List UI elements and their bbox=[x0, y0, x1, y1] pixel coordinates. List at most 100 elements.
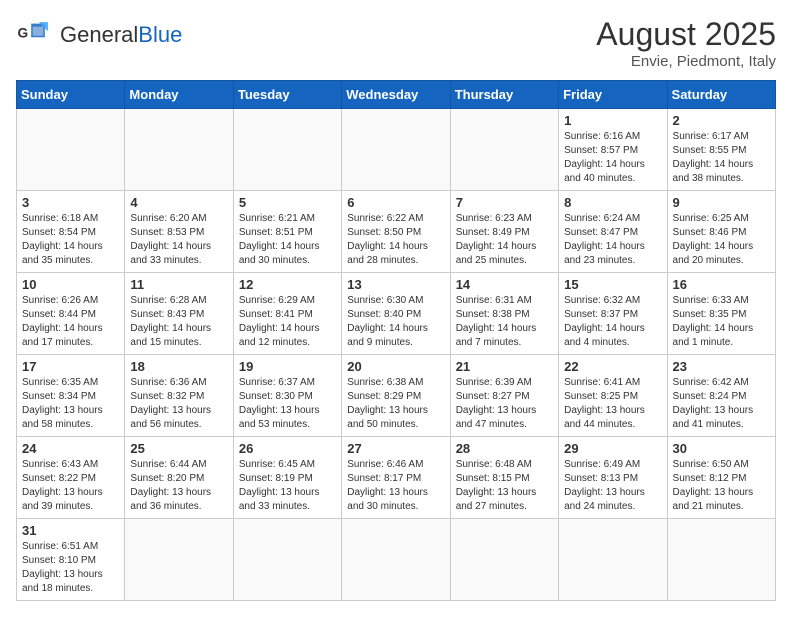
day-info: Sunrise: 6:45 AM Sunset: 8:19 PM Dayligh… bbox=[239, 458, 336, 514]
day-info: Sunrise: 6:35 AM Sunset: 8:34 PM Dayligh… bbox=[22, 376, 119, 432]
day-info: Sunrise: 6:23 AM Sunset: 8:49 PM Dayligh… bbox=[456, 212, 553, 268]
title-block: August 2025 Envie, Piedmont, Italy bbox=[596, 16, 776, 70]
calendar-day: 20 Sunrise: 6:38 AM Sunset: 8:29 PM Dayli… bbox=[342, 355, 450, 437]
day-number: 23 bbox=[673, 359, 770, 374]
day-number: 9 bbox=[673, 195, 770, 210]
calendar-day: 7 Sunrise: 6:23 AM Sunset: 8:49 PM Daylig… bbox=[450, 191, 558, 273]
calendar-day: 23 Sunrise: 6:42 AM Sunset: 8:24 PM Dayli… bbox=[667, 355, 775, 437]
calendar-day bbox=[450, 519, 558, 601]
logo: G GeneralBlue bbox=[16, 16, 182, 54]
day-number: 10 bbox=[22, 277, 119, 292]
weekday-header-friday: Friday bbox=[559, 81, 667, 109]
day-info: Sunrise: 6:36 AM Sunset: 8:32 PM Dayligh… bbox=[130, 376, 227, 432]
day-info: Sunrise: 6:41 AM Sunset: 8:25 PM Dayligh… bbox=[564, 376, 661, 432]
day-number: 2 bbox=[673, 113, 770, 128]
day-info: Sunrise: 6:31 AM Sunset: 8:38 PM Dayligh… bbox=[456, 294, 553, 350]
day-info: Sunrise: 6:38 AM Sunset: 8:29 PM Dayligh… bbox=[347, 376, 444, 432]
calendar-day: 27Sunrise: 6:46 AM Sunset: 8:17 PM Dayli… bbox=[342, 437, 450, 519]
day-info: Sunrise: 6:29 AM Sunset: 8:41 PM Dayligh… bbox=[239, 294, 336, 350]
calendar-day: 6Sunrise: 6:22 AM Sunset: 8:50 PM Daylig… bbox=[342, 191, 450, 273]
day-info: Sunrise: 6:44 AM Sunset: 8:20 PM Dayligh… bbox=[130, 458, 227, 514]
calendar-day: 24Sunrise: 6:43 AM Sunset: 8:22 PM Dayli… bbox=[17, 437, 125, 519]
calendar-day: 17 Sunrise: 6:35 AM Sunset: 8:34 PM Dayli… bbox=[17, 355, 125, 437]
day-info: Sunrise: 6:51 AM Sunset: 8:10 PM Dayligh… bbox=[22, 540, 119, 596]
day-number: 25 bbox=[130, 441, 227, 456]
day-number: 20 bbox=[347, 359, 444, 374]
day-info: Sunrise: 6:20 AM Sunset: 8:53 PM Dayligh… bbox=[130, 212, 227, 268]
day-info: Sunrise: 6:32 AM Sunset: 8:37 PM Dayligh… bbox=[564, 294, 661, 350]
calendar-day: 4Sunrise: 6:20 AM Sunset: 8:53 PM Daylig… bbox=[125, 191, 233, 273]
calendar-day: 3 Sunrise: 6:18 AM Sunset: 8:54 PM Daylig… bbox=[17, 191, 125, 273]
calendar-day: 26 Sunrise: 6:45 AM Sunset: 8:19 PM Dayli… bbox=[233, 437, 341, 519]
calendar-day: 16 Sunrise: 6:33 AM Sunset: 8:35 PM Dayli… bbox=[667, 273, 775, 355]
day-info: Sunrise: 6:39 AM Sunset: 8:27 PM Dayligh… bbox=[456, 376, 553, 432]
logo-blue: Blue bbox=[138, 22, 182, 47]
day-info: Sunrise: 6:24 AM Sunset: 8:47 PM Dayligh… bbox=[564, 212, 661, 268]
calendar-day: 8 Sunrise: 6:24 AM Sunset: 8:47 PM Daylig… bbox=[559, 191, 667, 273]
day-info: Sunrise: 6:49 AM Sunset: 8:13 PM Dayligh… bbox=[564, 458, 661, 514]
day-number: 5 bbox=[239, 195, 336, 210]
day-number: 18 bbox=[130, 359, 227, 374]
weekday-header-thursday: Thursday bbox=[450, 81, 558, 109]
weekday-header-tuesday: Tuesday bbox=[233, 81, 341, 109]
calendar-day: 2 Sunrise: 6:17 AM Sunset: 8:55 PM Daylig… bbox=[667, 109, 775, 191]
day-number: 31 bbox=[22, 523, 119, 538]
day-number: 30 bbox=[673, 441, 770, 456]
page-header: G GeneralBlue August 2025 Envie, Piedmon… bbox=[16, 16, 776, 70]
calendar-day bbox=[450, 109, 558, 191]
calendar-week-1: 1Sunrise: 6:16 AM Sunset: 8:57 PM Daylig… bbox=[17, 109, 776, 191]
day-number: 6 bbox=[347, 195, 444, 210]
day-info: Sunrise: 6:37 AM Sunset: 8:30 PM Dayligh… bbox=[239, 376, 336, 432]
calendar-day: 22Sunrise: 6:41 AM Sunset: 8:25 PM Dayli… bbox=[559, 355, 667, 437]
calendar-day: 21 Sunrise: 6:39 AM Sunset: 8:27 PM Dayli… bbox=[450, 355, 558, 437]
day-number: 17 bbox=[22, 359, 119, 374]
calendar-day: 14 Sunrise: 6:31 AM Sunset: 8:38 PM Dayli… bbox=[450, 273, 558, 355]
day-number: 8 bbox=[564, 195, 661, 210]
month-year: August 2025 bbox=[596, 16, 776, 53]
day-number: 21 bbox=[456, 359, 553, 374]
calendar-day: 12Sunrise: 6:29 AM Sunset: 8:41 PM Dayli… bbox=[233, 273, 341, 355]
day-info: Sunrise: 6:48 AM Sunset: 8:15 PM Dayligh… bbox=[456, 458, 553, 514]
weekday-header-sunday: Sunday bbox=[17, 81, 125, 109]
day-number: 13 bbox=[347, 277, 444, 292]
calendar-week-4: 17 Sunrise: 6:35 AM Sunset: 8:34 PM Dayli… bbox=[17, 355, 776, 437]
day-info: Sunrise: 6:43 AM Sunset: 8:22 PM Dayligh… bbox=[22, 458, 119, 514]
day-number: 16 bbox=[673, 277, 770, 292]
day-number: 14 bbox=[456, 277, 553, 292]
weekday-header-monday: Monday bbox=[125, 81, 233, 109]
calendar-week-2: 3 Sunrise: 6:18 AM Sunset: 8:54 PM Daylig… bbox=[17, 191, 776, 273]
logo-text: GeneralBlue bbox=[60, 23, 182, 47]
day-info: Sunrise: 6:30 AM Sunset: 8:40 PM Dayligh… bbox=[347, 294, 444, 350]
day-number: 26 bbox=[239, 441, 336, 456]
day-number: 27 bbox=[347, 441, 444, 456]
calendar-day: 29 Sunrise: 6:49 AM Sunset: 8:13 PM Dayli… bbox=[559, 437, 667, 519]
calendar-day: 31 Sunrise: 6:51 AM Sunset: 8:10 PM Dayli… bbox=[17, 519, 125, 601]
day-info: Sunrise: 6:50 AM Sunset: 8:12 PM Dayligh… bbox=[673, 458, 770, 514]
calendar-day: 13 Sunrise: 6:30 AM Sunset: 8:40 PM Dayli… bbox=[342, 273, 450, 355]
day-number: 1 bbox=[564, 113, 661, 128]
calendar-day bbox=[233, 109, 341, 191]
day-info: Sunrise: 6:25 AM Sunset: 8:46 PM Dayligh… bbox=[673, 212, 770, 268]
day-info: Sunrise: 6:33 AM Sunset: 8:35 PM Dayligh… bbox=[673, 294, 770, 350]
svg-text:G: G bbox=[18, 25, 29, 40]
day-info: Sunrise: 6:17 AM Sunset: 8:55 PM Dayligh… bbox=[673, 130, 770, 186]
calendar-day: 11Sunrise: 6:28 AM Sunset: 8:43 PM Dayli… bbox=[125, 273, 233, 355]
calendar-day bbox=[342, 109, 450, 191]
calendar-day: 18 Sunrise: 6:36 AM Sunset: 8:32 PM Dayli… bbox=[125, 355, 233, 437]
day-info: Sunrise: 6:26 AM Sunset: 8:44 PM Dayligh… bbox=[22, 294, 119, 350]
day-info: Sunrise: 6:28 AM Sunset: 8:43 PM Dayligh… bbox=[130, 294, 227, 350]
calendar-table: SundayMondayTuesdayWednesdayThursdayFrid… bbox=[16, 80, 776, 601]
calendar-day: 9 Sunrise: 6:25 AM Sunset: 8:46 PM Daylig… bbox=[667, 191, 775, 273]
calendar-day bbox=[559, 519, 667, 601]
day-info: Sunrise: 6:42 AM Sunset: 8:24 PM Dayligh… bbox=[673, 376, 770, 432]
calendar-day: 10 Sunrise: 6:26 AM Sunset: 8:44 PM Dayli… bbox=[17, 273, 125, 355]
calendar-day: 28Sunrise: 6:48 AM Sunset: 8:15 PM Dayli… bbox=[450, 437, 558, 519]
calendar-day bbox=[342, 519, 450, 601]
day-number: 7 bbox=[456, 195, 553, 210]
day-number: 29 bbox=[564, 441, 661, 456]
weekday-header-saturday: Saturday bbox=[667, 81, 775, 109]
logo-general: General bbox=[60, 22, 138, 47]
calendar-day: 15Sunrise: 6:32 AM Sunset: 8:37 PM Dayli… bbox=[559, 273, 667, 355]
day-number: 3 bbox=[22, 195, 119, 210]
day-info: Sunrise: 6:18 AM Sunset: 8:54 PM Dayligh… bbox=[22, 212, 119, 268]
